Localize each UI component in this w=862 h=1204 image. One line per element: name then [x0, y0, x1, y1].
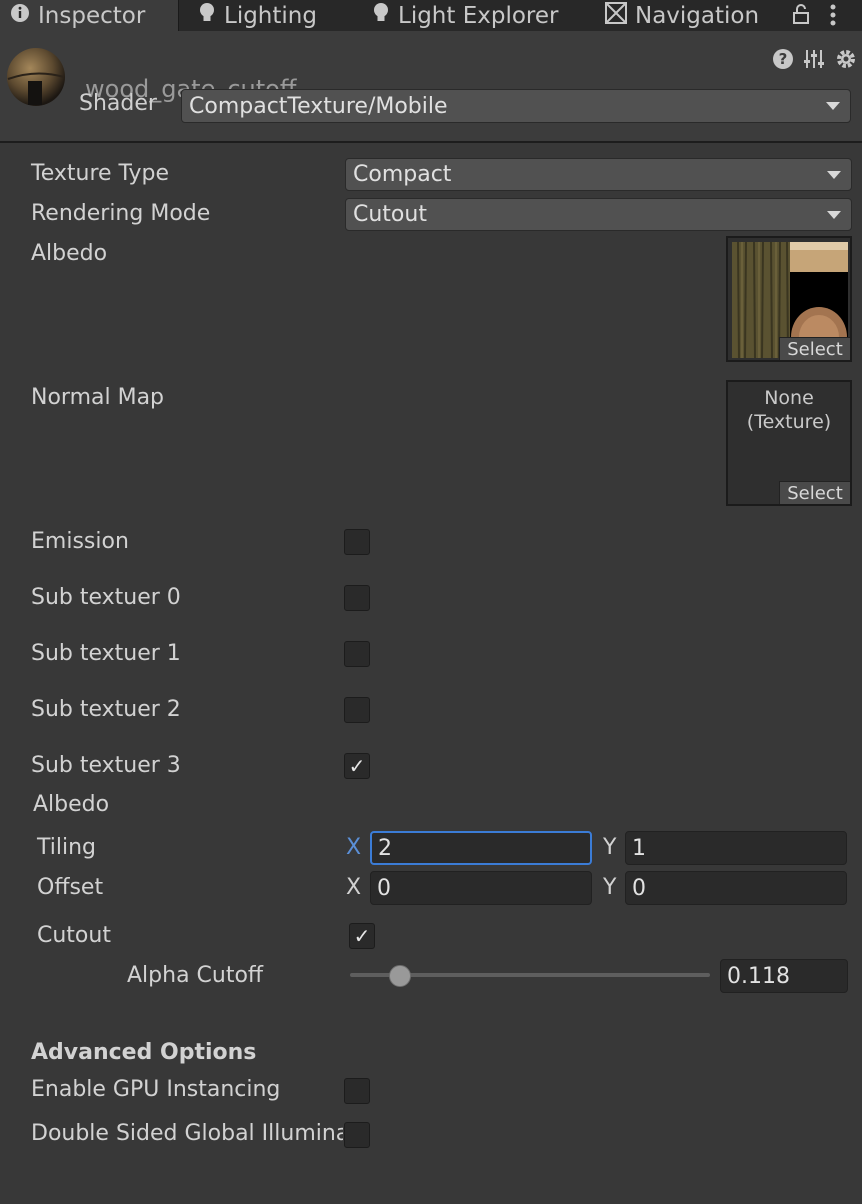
more-options-icon[interactable]: [829, 3, 837, 33]
tiling-x-field[interactable]: 2: [370, 831, 592, 865]
help-icon[interactable]: ?: [772, 48, 794, 76]
shader-dropdown[interactable]: CompactTexture/Mobile: [181, 89, 851, 123]
chevron-down-icon: [826, 102, 840, 110]
lock-icon[interactable]: [792, 3, 810, 31]
navigation-icon: [605, 1, 627, 30]
normal-map-label: Normal Map: [31, 385, 165, 410]
tiling-label: Tiling: [37, 835, 97, 860]
offset-x-field[interactable]: 0: [370, 871, 592, 905]
normal-map-texture-slot[interactable]: None (Texture) Select: [726, 380, 852, 506]
tab-light-explorer[interactable]: Light Explorer: [372, 0, 558, 31]
normal-map-select-button[interactable]: Select: [779, 481, 850, 504]
preset-icon[interactable]: [803, 48, 825, 76]
alpha-cutoff-label: Alpha Cutoff: [127, 963, 264, 988]
offset-y-axis-label: Y: [603, 875, 617, 900]
sub-texture-1-label: Sub textuer 1: [31, 641, 181, 666]
cutout-checkbox[interactable]: ✓: [349, 923, 375, 949]
advanced-options-title: Advanced Options: [31, 1040, 257, 1065]
rendering-mode-label: Rendering Mode: [31, 201, 211, 226]
tab-label: Lighting: [224, 2, 317, 29]
sub-texture-2-checkbox[interactable]: [344, 697, 370, 723]
shader-label: Shader: [79, 91, 157, 116]
emission-checkbox[interactable]: [344, 529, 370, 555]
offset-x-axis-label: X: [346, 875, 362, 900]
tab-lighting[interactable]: Lighting: [198, 0, 317, 31]
albedo-texture-slot[interactable]: Select: [726, 236, 852, 362]
lightbulb-icon: [372, 2, 390, 30]
material-preview-icon: [6, 47, 66, 113]
sub-texture-1-checkbox[interactable]: [344, 641, 370, 667]
normal-map-placeholder: None (Texture): [728, 386, 850, 434]
lightbulb-icon: [198, 2, 216, 30]
normal-map-type: (Texture): [746, 411, 832, 433]
check-icon: ✓: [348, 754, 366, 778]
sub-texture-3-checkbox[interactable]: ✓: [344, 753, 370, 779]
sub-texture-0-checkbox[interactable]: [344, 585, 370, 611]
tab-inspector[interactable]: Inspector: [0, 0, 179, 31]
gear-icon[interactable]: [834, 47, 858, 77]
tiling-y-axis-label: Y: [603, 835, 617, 860]
texture-type-value: Compact: [353, 162, 452, 187]
alpha-cutoff-slider-thumb[interactable]: [389, 965, 411, 987]
double-sided-gi-label: Double Sided Global Illumina: [31, 1121, 343, 1146]
tab-bar: Inspector Lighting Light Explorer Naviga…: [0, 0, 862, 32]
shader-value: CompactTexture/Mobile: [189, 93, 448, 119]
offset-y-field[interactable]: 0: [625, 871, 847, 905]
rendering-mode-dropdown[interactable]: Cutout: [345, 198, 852, 231]
sub-texture-2-label: Sub textuer 2: [31, 697, 181, 722]
tiling-x-axis-label: X: [346, 835, 362, 860]
tiling-y-field[interactable]: 1: [625, 831, 847, 865]
sub-texture-3-label: Sub textuer 3: [31, 753, 181, 778]
cutout-label: Cutout: [37, 923, 111, 948]
offset-label: Offset: [37, 875, 104, 900]
chevron-down-icon: [827, 210, 841, 219]
texture-type-dropdown[interactable]: Compact: [345, 158, 852, 191]
gpu-instancing-label: Enable GPU Instancing: [31, 1077, 281, 1102]
chevron-down-icon: [827, 170, 841, 179]
sub-texture-0-label: Sub textuer 0: [31, 585, 181, 610]
tab-label: Inspector: [38, 2, 146, 29]
rendering-mode-value: Cutout: [353, 202, 427, 227]
emission-label: Emission: [31, 529, 129, 554]
tab-navigation[interactable]: Navigation: [605, 0, 759, 31]
albedo-section-label: Albedo: [33, 792, 110, 817]
check-icon: ✓: [353, 924, 371, 948]
texture-type-label: Texture Type: [31, 161, 170, 186]
albedo-label: Albedo: [31, 241, 108, 266]
tab-label: Light Explorer: [398, 2, 559, 29]
tab-label: Navigation: [635, 2, 760, 29]
svg-text:?: ?: [779, 50, 788, 68]
material-header: wood_gate_cutoff ? Shader CompactTexture…: [0, 31, 862, 143]
gpu-instancing-checkbox[interactable]: [344, 1078, 370, 1104]
albedo-select-button[interactable]: Select: [779, 337, 850, 360]
normal-map-none: None: [764, 387, 814, 409]
alpha-cutoff-field[interactable]: 0.118: [720, 959, 848, 993]
double-sided-gi-checkbox[interactable]: [344, 1122, 370, 1148]
info-icon: [10, 3, 30, 29]
